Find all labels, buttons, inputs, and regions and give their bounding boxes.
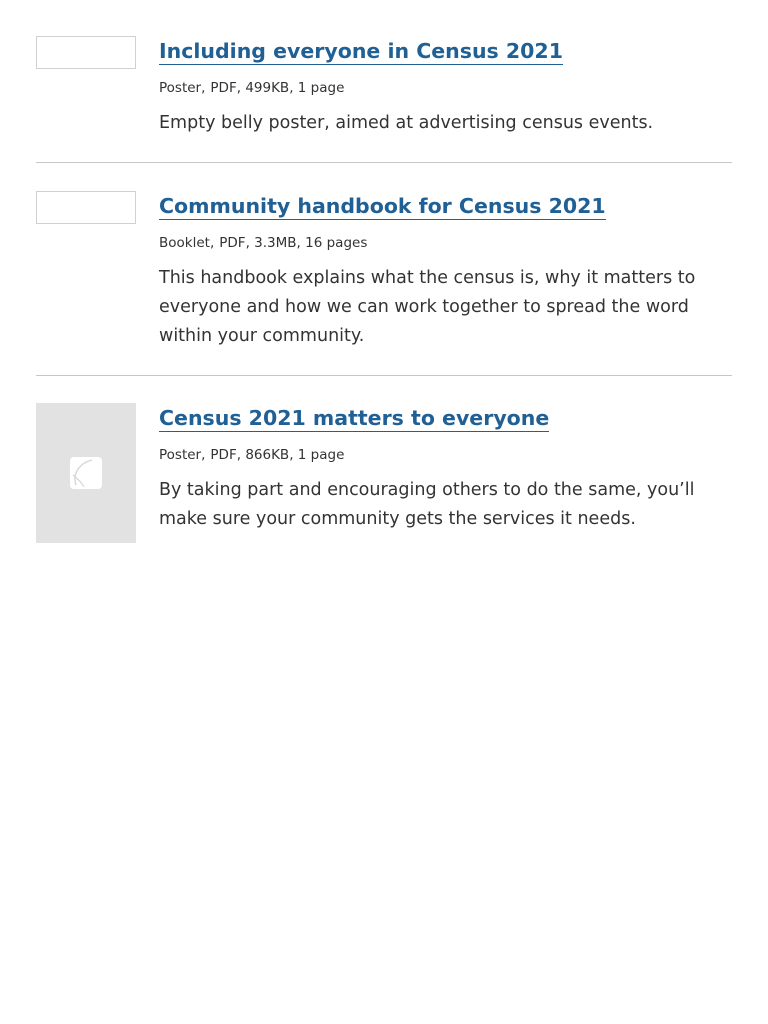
- document-type: Booklet: [159, 235, 210, 251]
- document-description: Empty belly poster, aimed at advertising…: [159, 113, 654, 133]
- meta-separator: ,: [289, 447, 294, 463]
- meta-separator: ,: [289, 80, 294, 96]
- document-thumbnail[interactable]: [36, 36, 136, 69]
- document-list: Including everyone in Census 2021 Poster…: [36, 36, 732, 563]
- meta-separator: ,: [209, 235, 215, 251]
- divider: [36, 375, 732, 376]
- document-thumbnail[interactable]: [36, 403, 136, 543]
- document-pages: 1 page: [297, 447, 345, 463]
- document-details: Including everyone in Census 2021 Poster…: [159, 36, 732, 138]
- list-item: Census 2021 matters to everyone Poster, P…: [36, 403, 732, 563]
- document-meta: Booklet, PDF, 3.3MB, 16 pages: [159, 234, 732, 252]
- meta-separator: ,: [296, 235, 301, 251]
- document-description: By taking part and encouraging others to…: [159, 480, 695, 529]
- meta-separator: ,: [236, 80, 242, 96]
- meta-separator: ,: [245, 235, 250, 251]
- document-pages: 1 page: [297, 80, 345, 96]
- document-type: Poster: [159, 80, 202, 96]
- document-title-link[interactable]: Including everyone in Census 2021: [159, 38, 563, 65]
- document-meta: Poster, PDF, 866KB, 1 page: [159, 446, 732, 464]
- document-description: This handbook explains what the census i…: [159, 268, 696, 346]
- document-details: Census 2021 matters to everyone Poster, P…: [159, 403, 732, 534]
- document-format: PDF: [210, 80, 237, 96]
- document-format: PDF: [210, 447, 237, 463]
- document-title-link[interactable]: Community handbook for Census 2021: [159, 193, 606, 220]
- document-type: Poster: [159, 447, 202, 463]
- document-title-link[interactable]: Census 2021 matters to everyone: [159, 405, 550, 432]
- document-meta: Poster, PDF, 499KB, 1 page: [159, 79, 732, 97]
- meta-separator: ,: [236, 447, 242, 463]
- document-details: Community handbook for Census 2021 Bookl…: [159, 191, 732, 351]
- document-size: 499KB: [245, 80, 290, 96]
- meta-separator: ,: [201, 447, 206, 463]
- meta-separator: ,: [201, 80, 206, 96]
- list-item: Including everyone in Census 2021 Poster…: [36, 36, 732, 162]
- document-pages: 16 pages: [305, 235, 368, 251]
- divider: [36, 162, 732, 163]
- list-item: Community handbook for Census 2021 Bookl…: [36, 191, 732, 375]
- document-size: 3.3MB: [254, 235, 297, 251]
- document-format: PDF: [219, 235, 246, 251]
- image-placeholder-icon: [70, 457, 102, 489]
- document-size: 866KB: [245, 447, 290, 463]
- document-thumbnail[interactable]: [36, 191, 136, 224]
